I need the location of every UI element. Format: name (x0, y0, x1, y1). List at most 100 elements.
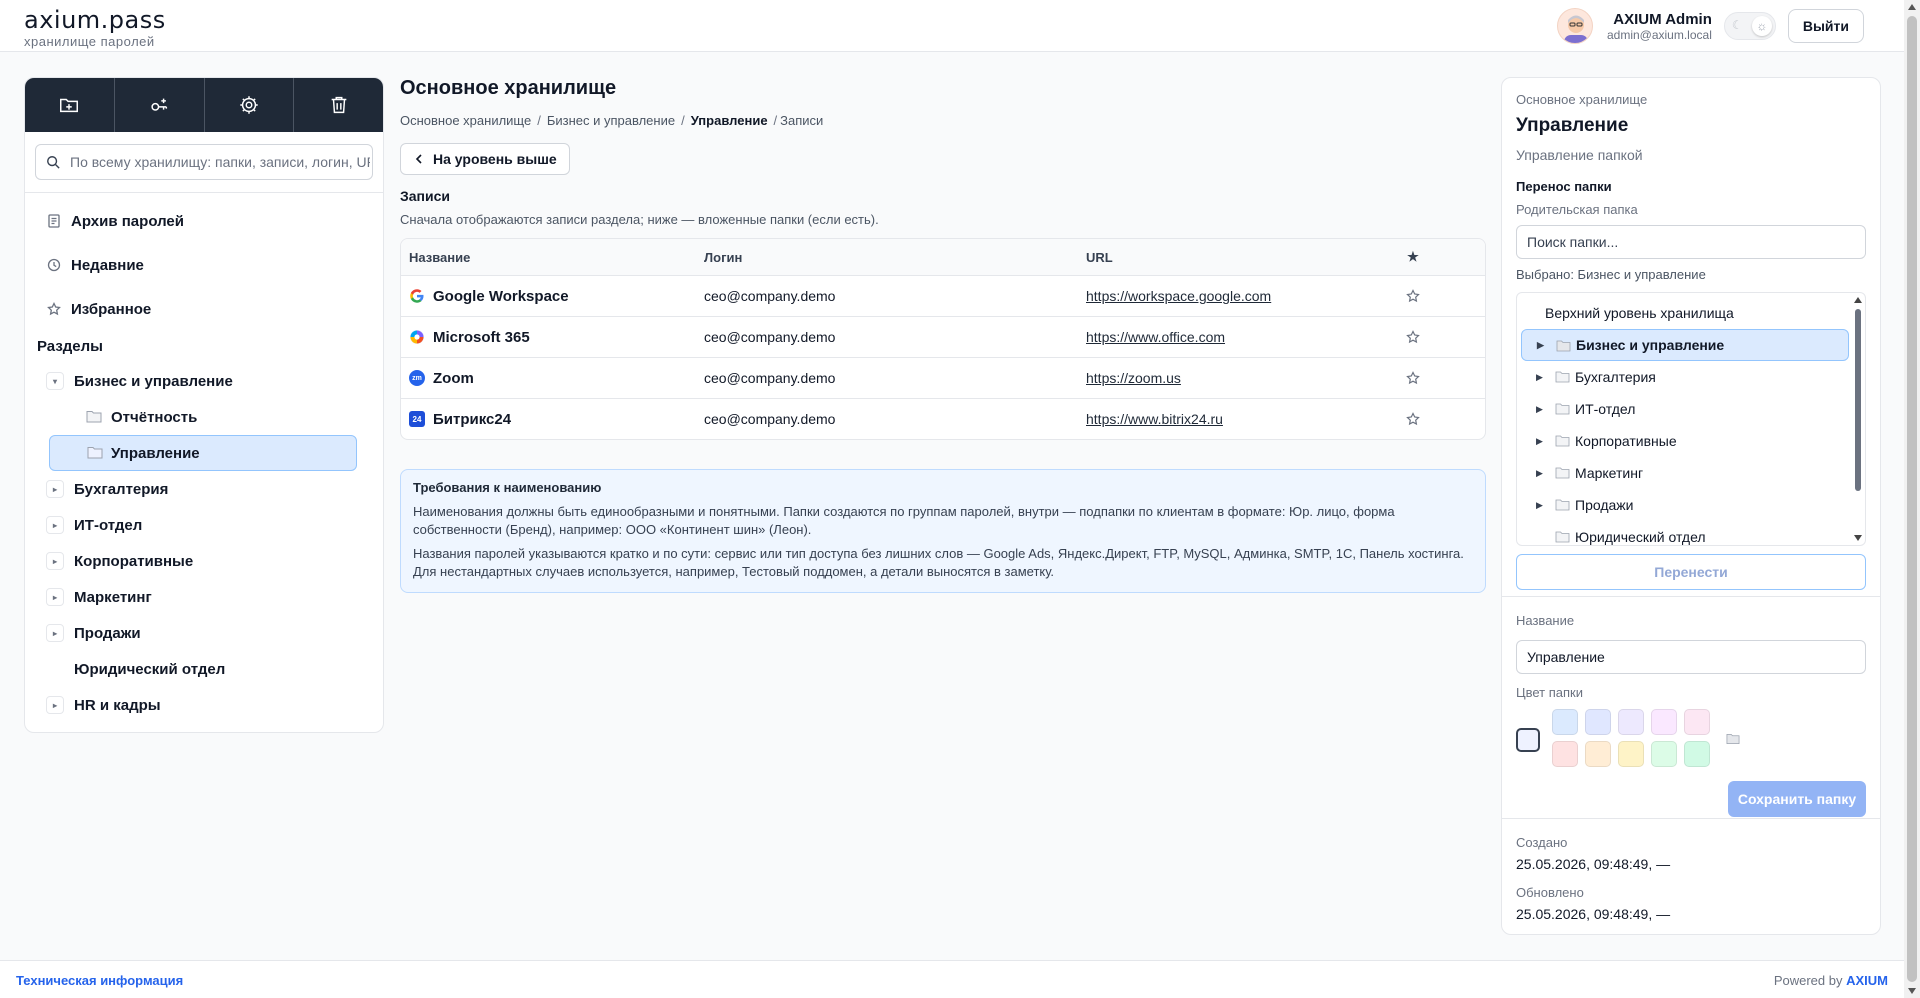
expand-arrow-icon[interactable]: ▶ (1536, 404, 1543, 415)
settings-button[interactable] (205, 78, 295, 132)
tree-item-reporting[interactable]: Отчётность (25, 399, 383, 435)
tree-item-corporate[interactable]: ▸ Корпоративные (25, 543, 383, 579)
tree-item-sales[interactable]: ▸ Продажи (25, 615, 383, 651)
theme-toggle[interactable]: ☾ ☼ (1723, 12, 1776, 40)
folder-tree-item-legal[interactable]: Юридический отдел (1521, 521, 1849, 545)
color-swatch[interactable] (1618, 741, 1644, 767)
favorite-toggle[interactable] (1403, 399, 1423, 439)
table-row[interactable]: zm Zoom ceo@company.demo https://zoom.us (401, 357, 1485, 398)
tree-item-hr[interactable]: ▸ HR и кадры (25, 687, 383, 723)
folder-tree-item-corporate[interactable]: ▶ Корпоративные (1521, 425, 1849, 457)
save-folder-button[interactable]: Сохранить папку (1728, 781, 1866, 817)
trash-button[interactable] (294, 78, 383, 132)
folder-tree-label: Продажи (1575, 497, 1634, 513)
expand-arrow-icon[interactable]: ▶ (1536, 372, 1543, 383)
record-name[interactable]: Zoom (433, 370, 474, 387)
folder-tree-item-business[interactable]: ▶ Бизнес и управление (1521, 329, 1849, 361)
expand-arrow-icon[interactable]: ▶ (1536, 500, 1543, 511)
tree-item-business[interactable]: ▾ Бизнес и управление (25, 363, 383, 399)
app-logo[interactable]: axium.pass хранилище паролей (24, 8, 166, 49)
level-up-button[interactable]: На уровень выше (400, 143, 570, 175)
column-header-url[interactable]: URL (1086, 239, 1113, 275)
table-row[interactable]: 24 Битрикс24 ceo@company.demo https://ww… (401, 398, 1485, 439)
favorite-toggle[interactable] (1403, 276, 1423, 316)
color-swatch[interactable] (1585, 709, 1611, 735)
chevron-right-icon[interactable]: ▸ (46, 696, 64, 714)
tree-item-marketing[interactable]: ▸ Маркетинг (25, 579, 383, 615)
color-swatch[interactable] (1651, 709, 1677, 735)
parent-folder-search-input[interactable] (1516, 225, 1866, 259)
color-swatch[interactable] (1552, 741, 1578, 767)
tree-item-management[interactable]: Управление (49, 435, 357, 471)
column-header-favorite[interactable]: ★ (1403, 239, 1423, 275)
color-swatch[interactable] (1684, 709, 1710, 735)
scroll-thumb[interactable] (1855, 309, 1861, 491)
naming-requirements-notice: Требования к наименованию Наименования д… (400, 469, 1486, 593)
color-swatch[interactable] (1585, 741, 1611, 767)
folder-tree-item-root[interactable]: Верхний уровень хранилища (1521, 297, 1849, 329)
tree-item-accounting[interactable]: ▸ Бухгалтерия (25, 471, 383, 507)
chevron-right-icon[interactable]: ▸ (46, 552, 64, 570)
color-swatch[interactable] (1552, 709, 1578, 735)
scroll-up-icon[interactable] (1854, 297, 1862, 303)
nav-item-archive[interactable]: Архив паролей (25, 199, 383, 243)
folder-tree-item-it[interactable]: ▶ ИТ-отдел (1521, 393, 1849, 425)
expand-arrow-icon[interactable]: ▶ (1536, 436, 1543, 447)
user-block: AXIUM Admin admin@axium.local ☾ ☼ Выйти (1556, 8, 1864, 44)
tree-item-legal[interactable]: Юридический отдел (25, 651, 383, 687)
expand-arrow-icon[interactable]: ▶ (1536, 468, 1543, 479)
record-login[interactable]: ceo@company.demo (704, 358, 835, 398)
folder-icon (1555, 371, 1570, 383)
move-folder-button[interactable]: Перенести (1516, 554, 1866, 590)
record-login[interactable]: ceo@company.demo (704, 276, 835, 316)
table-row[interactable]: Google Workspace ceo@company.demo https:… (401, 275, 1485, 316)
color-swatch-default[interactable] (1516, 728, 1540, 752)
record-url-link[interactable]: https://workspace.google.com (1086, 288, 1271, 304)
record-url-link[interactable]: https://zoom.us (1086, 370, 1181, 386)
folder-tree-item-accounting[interactable]: ▶ Бухгалтерия (1521, 361, 1849, 393)
breadcrumb-current[interactable]: Управление (691, 113, 768, 128)
folder-tree-item-sales[interactable]: ▶ Продажи (1521, 489, 1849, 521)
chevron-right-icon[interactable]: ▸ (46, 480, 64, 498)
chevron-down-icon[interactable]: ▾ (46, 372, 64, 390)
column-header-login[interactable]: Логин (704, 239, 742, 275)
chevron-right-icon[interactable]: ▸ (46, 516, 64, 534)
record-name[interactable]: Битрикс24 (433, 411, 511, 428)
color-swatch[interactable] (1684, 741, 1710, 767)
favorite-toggle[interactable] (1403, 358, 1423, 398)
scroll-down-icon[interactable] (1854, 535, 1862, 541)
record-login[interactable]: ceo@company.demo (704, 399, 835, 439)
new-folder-button[interactable] (25, 78, 115, 132)
color-swatch[interactable] (1651, 741, 1677, 767)
logout-button[interactable]: Выйти (1787, 9, 1864, 43)
chevron-right-icon[interactable]: ▸ (46, 588, 64, 606)
record-name[interactable]: Google Workspace (433, 288, 569, 305)
record-login[interactable]: ceo@company.demo (704, 317, 835, 357)
expand-arrow-icon[interactable]: ▶ (1537, 340, 1544, 351)
record-name[interactable]: Microsoft 365 (433, 329, 530, 346)
color-swatch[interactable] (1618, 709, 1644, 735)
folder-tree-item-marketing[interactable]: ▶ Маркетинг (1521, 457, 1849, 489)
column-header-name[interactable]: Название (409, 239, 470, 275)
favorite-toggle[interactable] (1403, 317, 1423, 357)
record-url-link[interactable]: https://www.bitrix24.ru (1086, 411, 1223, 427)
tech-info-link[interactable]: Техническая информация (16, 973, 183, 988)
avatar[interactable] (1556, 8, 1593, 44)
folder-name-input[interactable] (1516, 640, 1866, 674)
brand-link[interactable]: AXIUM (1846, 973, 1888, 988)
search-input[interactable] (70, 154, 370, 170)
scroll-up-icon[interactable] (1908, 4, 1916, 10)
folder-tree-scrollbar[interactable] (1852, 293, 1864, 545)
page-scrollbar[interactable] (1904, 0, 1920, 998)
chevron-right-icon[interactable]: ▸ (46, 624, 64, 642)
breadcrumb-item[interactable]: Бизнес и управление (547, 113, 675, 128)
table-row[interactable]: Microsoft 365 ceo@company.demo https://w… (401, 316, 1485, 357)
nav-item-favorites[interactable]: Избранное (25, 287, 383, 331)
scroll-down-icon[interactable] (1908, 988, 1916, 994)
new-record-button[interactable] (115, 78, 205, 132)
record-url-link[interactable]: https://www.office.com (1086, 329, 1225, 345)
tree-item-it[interactable]: ▸ ИТ-отдел (25, 507, 383, 543)
nav-item-recent[interactable]: Недавние (25, 243, 383, 287)
scroll-thumb[interactable] (1907, 16, 1917, 982)
breadcrumb-item[interactable]: Основное хранилище (400, 113, 531, 128)
